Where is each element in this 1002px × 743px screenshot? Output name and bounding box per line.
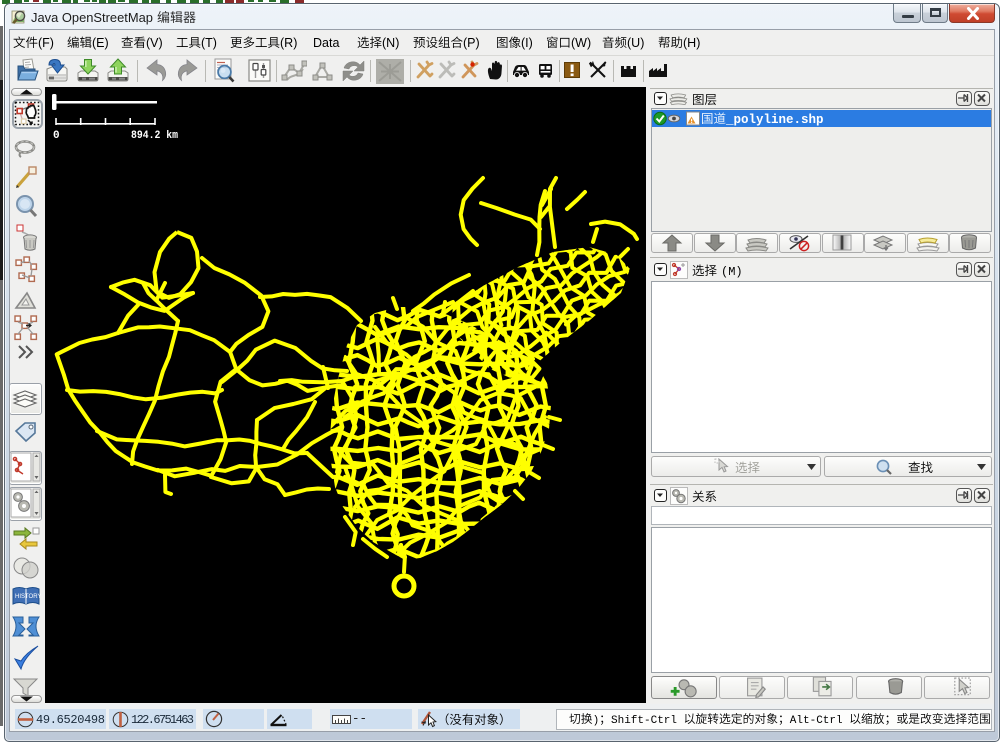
- svg-text:Alt-Ctrl: Alt-Ctrl: [790, 715, 849, 727]
- svg-text:Shift-Ctrl: Shift-Ctrl: [611, 715, 684, 727]
- svg-text:): ): [593, 715, 600, 727]
